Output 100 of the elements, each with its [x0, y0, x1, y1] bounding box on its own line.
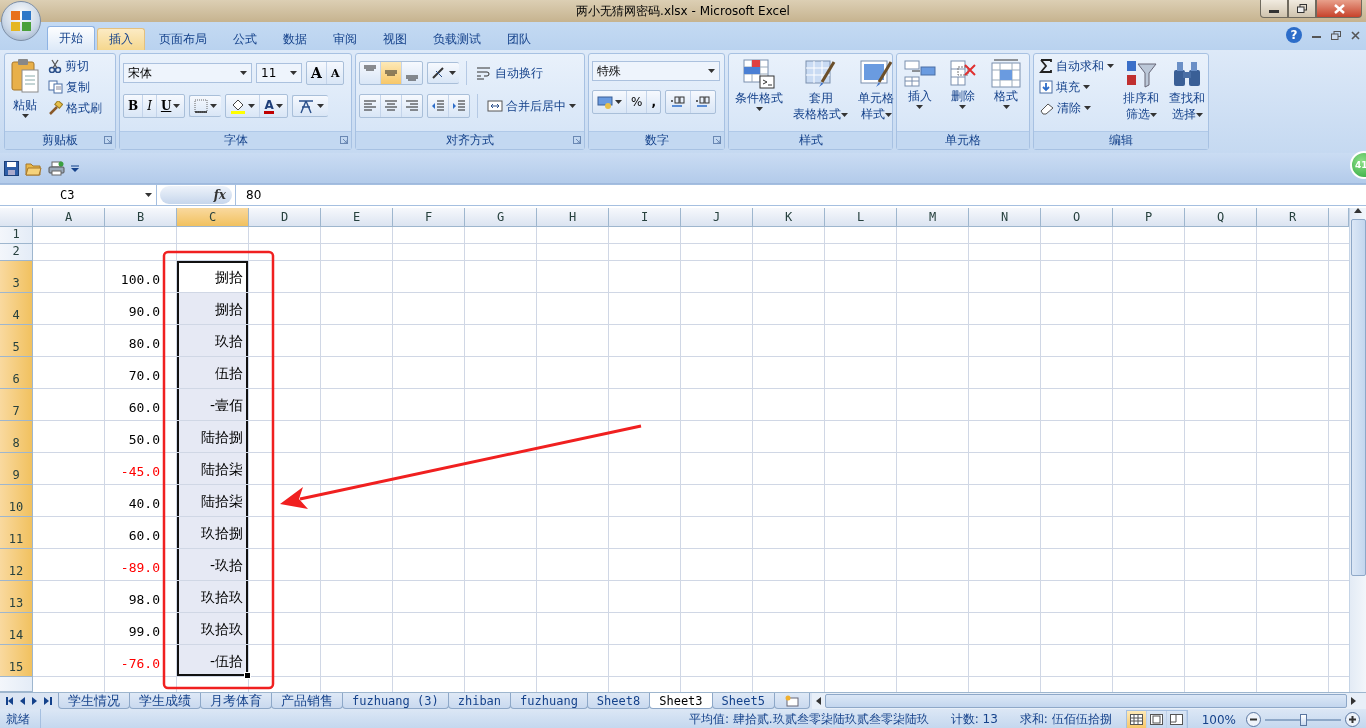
- sheet-nav-button[interactable]: [18, 697, 27, 705]
- row-header[interactable]: 4: [0, 293, 33, 325]
- underline-button[interactable]: U: [156, 95, 185, 117]
- sheet-tab[interactable]: 产品销售: [271, 693, 343, 709]
- ribbon-tab[interactable]: 视图: [371, 28, 419, 50]
- scroll-thumb[interactable]: [825, 694, 1347, 708]
- open-button[interactable]: [25, 160, 42, 176]
- row-header[interactable]: 12: [0, 549, 33, 581]
- column-header[interactable]: D: [249, 208, 321, 227]
- row-header[interactable]: 10: [0, 485, 33, 517]
- sheet-nav-button[interactable]: [5, 697, 14, 705]
- formula-input[interactable]: 80: [235, 185, 1366, 205]
- column-header[interactable]: G: [465, 208, 537, 227]
- sheet-tab[interactable]: 月考体育: [200, 693, 272, 709]
- column-header[interactable]: H: [537, 208, 609, 227]
- wrap-text-button[interactable]: 自动换行: [474, 64, 545, 82]
- restore-button[interactable]: [1331, 30, 1341, 40]
- row-header[interactable]: 11: [0, 517, 33, 549]
- ribbon-button[interactable]: 清除: [1037, 99, 1116, 117]
- ribbon-tab[interactable]: 审阅: [321, 28, 369, 50]
- zoom-out-button[interactable]: [1246, 712, 1261, 727]
- ribbon-button[interactable]: 单元格 样式: [855, 57, 897, 131]
- zoom-in-button[interactable]: [1345, 712, 1360, 727]
- merge-center-button[interactable]: 合并后居中: [485, 97, 578, 115]
- column-header[interactable]: M: [897, 208, 969, 227]
- number-format-dropdown[interactable]: 特殊: [592, 61, 720, 81]
- sheet-tab[interactable]: Sheet8: [586, 693, 651, 709]
- column-header[interactable]: L: [825, 208, 897, 227]
- ribbon-tab[interactable]: 负载测试: [421, 28, 493, 50]
- minimize-button[interactable]: [1260, 0, 1288, 18]
- row-header[interactable]: 5: [0, 325, 33, 357]
- row-header[interactable]: 9: [0, 453, 33, 485]
- paste-button[interactable]: 粘贴: [8, 57, 42, 131]
- sheet-tab[interactable]: 学生成绩: [129, 693, 201, 709]
- row-header[interactable]: 13: [0, 581, 33, 613]
- ribbon-button[interactable]: 插入: [900, 57, 939, 131]
- ribbon-button[interactable]: 条件格式: [732, 57, 786, 131]
- column-header[interactable]: R: [1257, 208, 1329, 227]
- row-header[interactable]: 7: [0, 389, 33, 421]
- column-header[interactable]: B: [105, 208, 177, 227]
- ribbon-button[interactable]: 格式: [987, 57, 1026, 131]
- office-button[interactable]: [1, 1, 41, 41]
- print-button[interactable]: [48, 160, 65, 176]
- new-sheet-button[interactable]: [773, 693, 810, 709]
- zoom-level[interactable]: 100%: [1201, 712, 1236, 727]
- phonetic-button[interactable]: [291, 95, 328, 117]
- ribbon-button[interactable]: 套用 表格格式: [790, 57, 851, 131]
- sheet-nav-button[interactable]: [44, 697, 53, 705]
- scroll-thumb[interactable]: [1350, 219, 1366, 576]
- ribbon-button[interactable]: 查找和 选择: [1166, 57, 1208, 131]
- sheet-tab[interactable]: zhiban: [447, 693, 512, 709]
- close-button[interactable]: [1351, 30, 1360, 40]
- sheet-tab[interactable]: fuzhuang (3): [342, 693, 449, 709]
- row-header[interactable]: 3: [0, 261, 33, 293]
- align-button[interactable]: [381, 62, 402, 84]
- row-header[interactable]: 8: [0, 421, 33, 453]
- row-header[interactable]: 1: [0, 227, 33, 244]
- horizontal-scrollbar[interactable]: [812, 693, 1366, 709]
- bold-button[interactable]: B: [124, 95, 144, 117]
- grow-font-button[interactable]: A: [307, 62, 327, 84]
- sheet-tab[interactable]: Sheet3: [649, 693, 713, 709]
- shrink-font-button[interactable]: A: [326, 62, 344, 84]
- normal-view-button[interactable]: [1126, 711, 1147, 728]
- zoom-slider-thumb[interactable]: [1300, 713, 1307, 726]
- ribbon-tab[interactable]: 页面布局: [147, 28, 219, 50]
- name-box[interactable]: C3: [0, 185, 157, 205]
- column-header[interactable]: Q: [1185, 208, 1257, 227]
- italic-button[interactable]: I: [143, 95, 157, 117]
- row-header[interactable]: 6: [0, 357, 33, 389]
- ribbon-tab[interactable]: 团队: [495, 28, 543, 50]
- ribbon-button[interactable]: 填充: [1037, 78, 1116, 96]
- column-header[interactable]: F: [393, 208, 465, 227]
- column-header[interactable]: I: [609, 208, 681, 227]
- column-header[interactable]: J: [681, 208, 753, 227]
- column-header[interactable]: K: [753, 208, 825, 227]
- font-size-dropdown[interactable]: 11: [256, 63, 302, 83]
- font-color-button[interactable]: A: [260, 95, 287, 117]
- customize-toolbar-button[interactable]: [71, 164, 79, 172]
- column-header[interactable]: A: [33, 208, 105, 227]
- percent-button[interactable]: %: [627, 91, 648, 113]
- ribbon-button[interactable]: 剪切: [46, 57, 104, 75]
- insert-function-button[interactable]: fx: [213, 188, 226, 202]
- help-button[interactable]: ?: [1286, 27, 1302, 43]
- ribbon-button[interactable]: 复制: [46, 78, 104, 96]
- fill-handle[interactable]: [244, 672, 251, 679]
- save-button[interactable]: [4, 160, 19, 176]
- sheet-tab[interactable]: fuzhuang: [510, 693, 588, 709]
- ribbon-button[interactable]: 自动求和: [1037, 57, 1116, 75]
- ribbon-tab[interactable]: 开始: [47, 26, 95, 50]
- column-header[interactable]: N: [969, 208, 1041, 227]
- comma-button[interactable]: ,: [647, 91, 660, 113]
- column-header[interactable]: E: [321, 208, 393, 227]
- border-button[interactable]: [189, 95, 222, 117]
- restore-button[interactable]: [1288, 0, 1316, 18]
- row-header[interactable]: 2: [0, 244, 33, 261]
- column-header[interactable]: C: [177, 208, 249, 227]
- sheet-tab[interactable]: 学生情况: [58, 693, 130, 709]
- row-header[interactable]: 15: [0, 645, 33, 677]
- ribbon-tab[interactable]: 数据: [271, 28, 319, 50]
- row-header[interactable]: 14: [0, 613, 33, 645]
